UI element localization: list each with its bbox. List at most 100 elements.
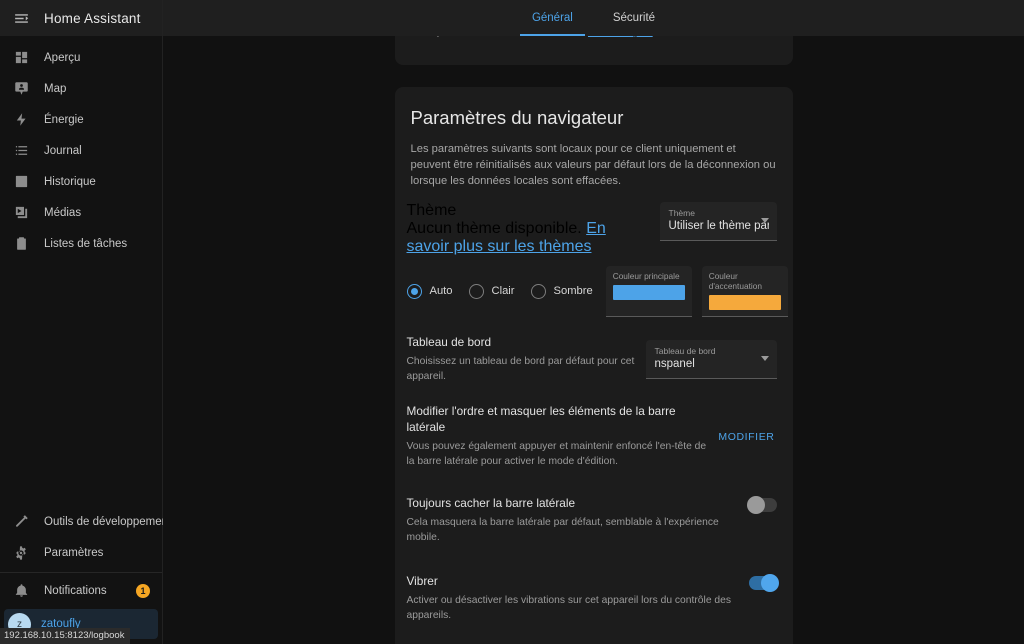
radio-clair[interactable]: Clair	[468, 283, 515, 299]
sidebar: Home Assistant Aperçu Map Énergie Journa…	[0, 0, 171, 644]
row-texts: Mode avancé Débloque les fonctionnalités…	[407, 36, 749, 41]
sidebar-item-energie[interactable]: Énergie	[0, 104, 162, 135]
sidebar-divider	[0, 572, 162, 573]
hammer-icon	[8, 509, 34, 535]
sidebar-nav: Aperçu Map Énergie Journal Historique Mé…	[0, 36, 162, 259]
row-always-hide-sidebar: Toujours cacher la barre latérale Cela m…	[395, 482, 793, 560]
row-title: Tableau de bord	[406, 334, 492, 349]
tab-bar: Général Sécurité	[512, 0, 675, 36]
row-subtitle: Aucun thème disponible. En savoir plus s…	[407, 220, 650, 256]
sidebar-item-medias[interactable]: Médias	[0, 197, 162, 228]
sidebar-item-label: Médias	[44, 206, 82, 219]
row-subtitle: Activer ou désactiver les vibrations sur…	[406, 594, 732, 621]
radio-label: Auto	[429, 285, 453, 298]
row-subtitle: Vous pouvez également appuyer et mainten…	[406, 441, 707, 468]
row-texts: Modifier l'ordre et masquer les éléments…	[407, 404, 717, 470]
menu-open-icon[interactable]	[8, 5, 34, 31]
row-title: Thème	[406, 201, 457, 219]
accent-color-picker[interactable]: Couleur d'accentuation	[701, 265, 788, 317]
settings-scroll-container[interactable]: Mode avancé Débloque les fonctionnalités…	[163, 36, 1024, 644]
toggle-knob	[746, 496, 765, 515]
top-toolbar: Général Sécurité	[163, 0, 1024, 36]
sidebar-item-label: Journal	[44, 144, 82, 157]
sidebar-bottom-nav: Outils de développement Paramètres Notif	[0, 506, 171, 644]
row-title: Vibrer	[406, 573, 438, 588]
radio-circle	[468, 283, 484, 299]
sidebar-item-listes-de-taches[interactable]: Listes de tâches	[0, 228, 162, 259]
map-marker-account-icon	[8, 76, 34, 102]
row-subtitle: Cela masquera la barre latérale par défa…	[406, 517, 719, 543]
row-subtitle-text: Aucun thème disponible.	[406, 219, 582, 237]
row-push-notifications: Notifications push Nécessite que SSL soi…	[395, 638, 793, 644]
sidebar-item-map[interactable]: Map	[0, 73, 162, 104]
sidebar-item-parametres[interactable]: Paramètres	[0, 537, 162, 568]
row-theme: Thème Aucun thème disponible. En savoir …	[395, 190, 793, 260]
dashboard-select-value: nspanel	[654, 358, 695, 371]
sidebar-item-label: Énergie	[44, 113, 84, 126]
always-hide-sidebar-toggle[interactable]	[746, 496, 777, 515]
radio-auto[interactable]: Auto	[406, 283, 453, 299]
bell-icon	[8, 578, 34, 604]
row-advanced-mode: Mode avancé Débloque les fonctionnalités…	[395, 36, 793, 53]
row-control: Tableau de bord nspanel	[645, 340, 777, 380]
row-control: MODIFIER	[716, 427, 776, 447]
accent-color-label: Couleur d'accentuation	[708, 270, 762, 291]
dashboard-select[interactable]: Tableau de bord nspanel	[645, 340, 777, 380]
cog-icon	[8, 540, 34, 566]
color-pickers: Couleur principale Couleur d'accentuatio…	[605, 265, 788, 317]
primary-color-label: Couleur principale	[612, 270, 680, 281]
row-dashboard: Tableau de bord Choisissez un tableau de…	[395, 327, 793, 393]
card-advanced-mode: Mode avancé Débloque les fonctionnalités…	[394, 36, 793, 65]
radio-sombre[interactable]: Sombre	[530, 283, 593, 299]
sidebar-item-label: Outils de développement	[44, 515, 172, 528]
radio-label: Clair	[491, 285, 515, 298]
primary-color-swatch[interactable]	[612, 284, 685, 300]
modify-sidebar-button[interactable]: MODIFIER	[716, 427, 776, 447]
dashboard-select-label: Tableau de bord	[654, 346, 716, 357]
tab-general[interactable]: Général	[512, 0, 593, 36]
app-title: Home Assistant	[44, 10, 141, 26]
tab-securite[interactable]: Sécurité	[593, 0, 675, 36]
radio-circle	[530, 283, 546, 299]
format-list-bulleted-icon	[8, 138, 34, 164]
theme-select-label: Thème	[668, 207, 695, 218]
sidebar-item-label: Map	[44, 82, 67, 95]
sidebar-item-notifications[interactable]: Notifications 1	[0, 575, 162, 606]
row-vibrate: Vibrer Activer ou désactiver les vibrati…	[395, 560, 793, 638]
row-subtitle-text: Débloque les fonctionnalités avancées.	[407, 36, 586, 38]
row-subtitle: Choisissez un tableau de bord par défaut…	[406, 355, 635, 382]
learn-more-link[interactable]: En savoir plus	[588, 36, 653, 38]
accent-color-swatch[interactable]	[708, 294, 781, 310]
chart-box-icon	[8, 169, 34, 195]
radio-circle	[406, 283, 422, 299]
theme-mode-radio-group: Auto Clair Sombre	[406, 283, 593, 299]
toggle-knob	[760, 573, 779, 592]
play-box-multiple-icon	[8, 200, 34, 226]
settings-content: Mode avancé Débloque les fonctionnalités…	[163, 36, 1024, 644]
sidebar-item-journal[interactable]: Journal	[0, 135, 162, 166]
theme-select-value: Utiliser le thème par d	[668, 219, 769, 232]
sidebar-item-label: Paramètres	[44, 546, 104, 559]
row-title: Toujours cacher la barre latérale	[406, 496, 576, 511]
sidebar-item-apercu[interactable]: Aperçu	[0, 42, 162, 73]
theme-select[interactable]: Thème Utiliser le thème par d	[659, 201, 777, 241]
vibrate-toggle[interactable]	[748, 573, 779, 592]
row-title: Modifier l'ordre et masquer les éléments…	[406, 404, 676, 435]
sidebar-item-historique[interactable]: Historique	[0, 166, 162, 197]
primary-color-picker[interactable]: Couleur principale	[605, 265, 692, 317]
theme-mode-controls: Auto Clair Sombre Couleur principale Cou…	[395, 260, 793, 327]
sidebar-item-label: Aperçu	[44, 51, 81, 64]
sidebar-item-outils-de-developpement[interactable]: Outils de développement	[0, 506, 171, 537]
lightning-bolt-icon	[8, 107, 34, 133]
row-sidebar-order: Modifier l'ordre et masquer les éléments…	[395, 392, 793, 482]
row-texts: Thème Aucun thème disponible. En savoir …	[407, 202, 660, 256]
page-title: Paramètres du navigateur	[410, 107, 624, 128]
row-texts: Vibrer Activer ou désactiver les vibrati…	[407, 574, 749, 624]
sidebar-item-label: Notifications	[44, 584, 107, 597]
view-dashboard-icon	[8, 45, 34, 71]
sidebar-header: Home Assistant	[0, 0, 162, 36]
card-description: Les paramètres suivants sont locaux pour…	[410, 143, 776, 188]
clipboard-list-icon	[8, 231, 34, 257]
notification-badge: 1	[136, 583, 150, 598]
